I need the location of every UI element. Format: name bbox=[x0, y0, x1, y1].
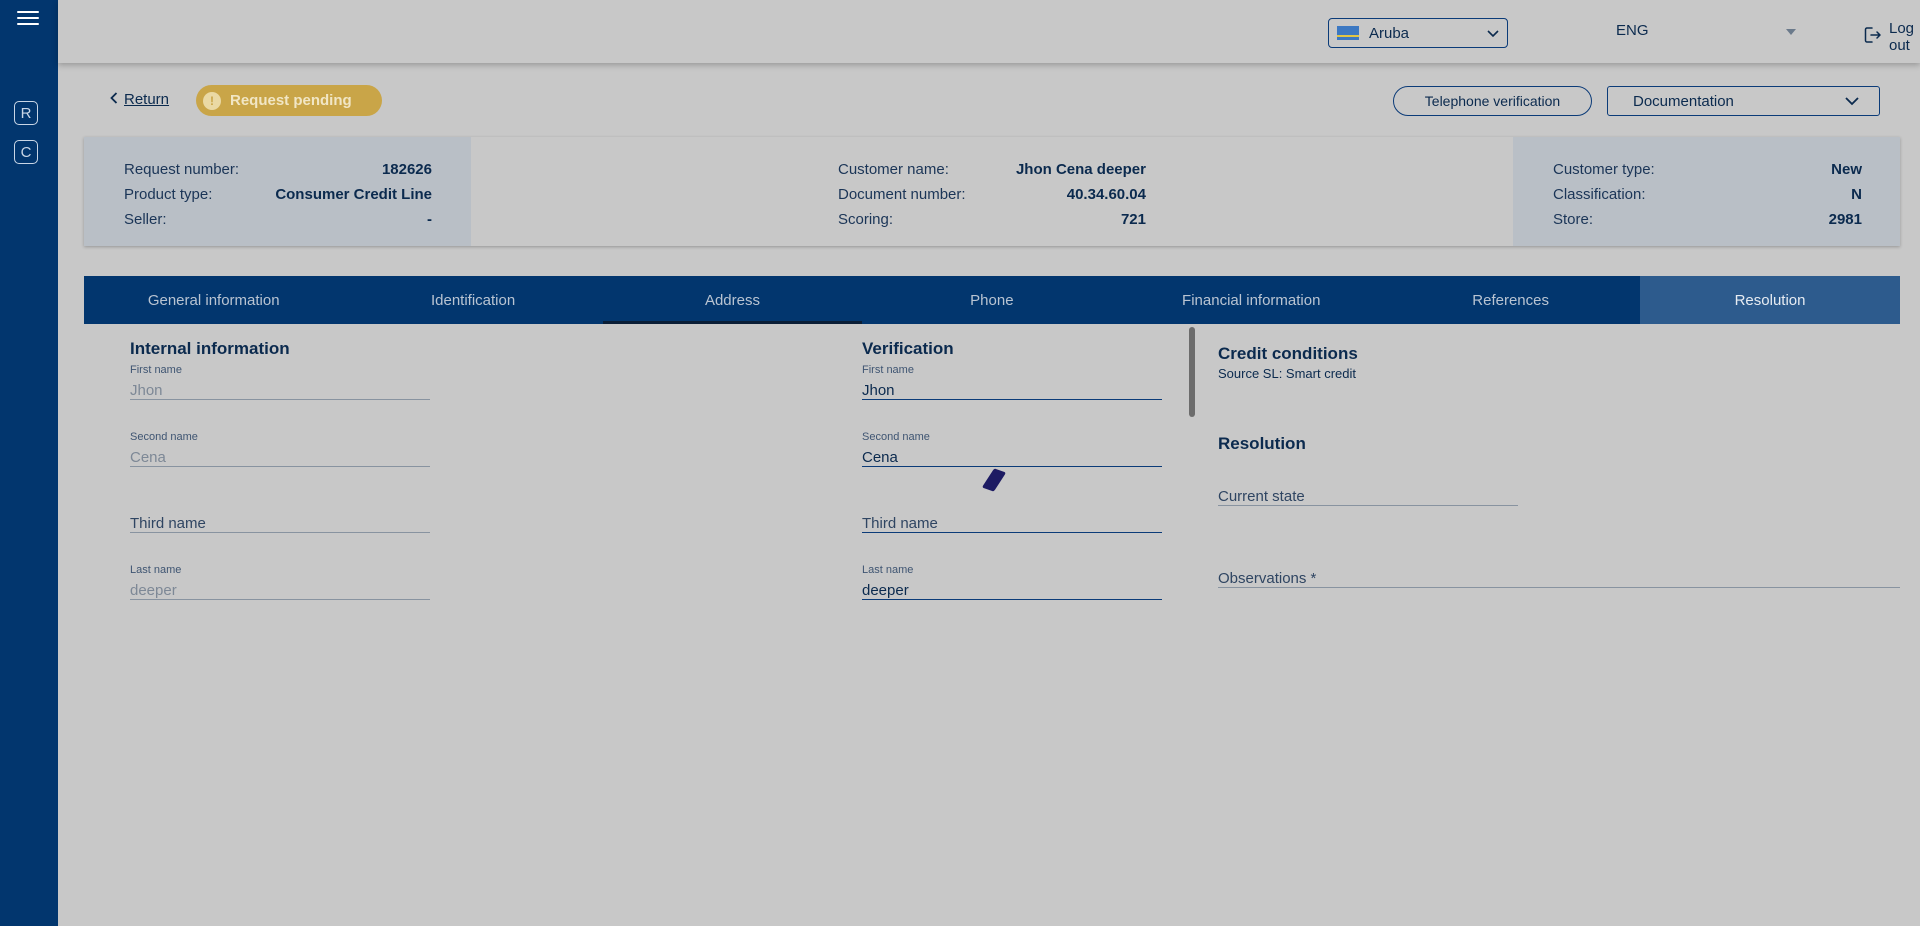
field-placeholder[interactable]: Current state bbox=[1218, 484, 1518, 506]
field-value: deeper bbox=[130, 578, 430, 600]
summary-row: Classification: N bbox=[1553, 182, 1862, 207]
tab-references[interactable]: References bbox=[1381, 276, 1640, 324]
field-label: First name bbox=[130, 364, 182, 376]
summary-label: Product type: bbox=[124, 186, 213, 203]
document-number-value: 40.34.60.04 bbox=[1066, 186, 1146, 203]
customer-name-value: Jhon Cena deeper bbox=[1015, 161, 1146, 178]
tab-identification[interactable]: Identification bbox=[343, 276, 602, 324]
field-label: Second name bbox=[862, 431, 930, 443]
summary-right: Customer type: New Classification: N Store… bbox=[1553, 157, 1862, 232]
request-summary: Request number: 182626 Product type: Consu… bbox=[84, 137, 1900, 246]
summary-label: Request number: bbox=[124, 161, 240, 178]
classification-value: N bbox=[1851, 186, 1862, 203]
summary-row: Store: 2981 bbox=[1553, 207, 1862, 232]
summary-label: Customer type: bbox=[1553, 161, 1655, 178]
store-value: 2981 bbox=[1828, 211, 1862, 228]
internal-last-name-field: Last name deeper bbox=[130, 564, 430, 600]
summary-row: Customer type: New bbox=[1553, 157, 1862, 182]
field-placeholder: Third name bbox=[130, 511, 430, 533]
request-number-value: 182626 bbox=[381, 161, 432, 178]
field-label: Second name bbox=[130, 431, 198, 443]
customer-type-value: New bbox=[1831, 161, 1862, 178]
language-value: ENG bbox=[1616, 22, 1649, 39]
internal-first-name-field: First name Jhon bbox=[130, 364, 430, 400]
chevron-down-icon bbox=[1487, 25, 1499, 42]
country-value: Aruba bbox=[1369, 24, 1410, 42]
telephone-verification-button[interactable]: Telephone verification bbox=[1393, 86, 1592, 116]
alert-icon: ! bbox=[203, 91, 221, 110]
documentation-select[interactable]: Documentation bbox=[1607, 86, 1880, 116]
tab-bar: General information Identification Addre… bbox=[84, 276, 1900, 324]
summary-label: Document number: bbox=[838, 186, 966, 203]
summary-row: Seller: - bbox=[124, 207, 432, 232]
verification-title: Verification bbox=[862, 339, 954, 358]
internal-third-name-field: Third name bbox=[130, 511, 430, 533]
summary-middle: Customer name: Jhon Cena deeper Document … bbox=[838, 157, 1146, 232]
summary-label: Classification: bbox=[1553, 186, 1646, 203]
summary-row: Product type: Consumer Credit Line bbox=[124, 182, 432, 207]
field-value[interactable]: Jhon bbox=[862, 378, 1162, 400]
logout-icon bbox=[1863, 25, 1883, 49]
verification-second-name-field[interactable]: Second name Cena bbox=[862, 431, 1162, 467]
summary-left: Request number: 182626 Product type: Consu… bbox=[124, 157, 432, 232]
observations-field[interactable]: Observations * bbox=[1218, 566, 1900, 588]
chevron-left-icon bbox=[110, 91, 118, 108]
tab-resolution[interactable]: Resolution bbox=[1640, 276, 1900, 324]
field-placeholder[interactable]: Third name bbox=[862, 511, 1162, 533]
seller-value: - bbox=[427, 211, 432, 228]
tab-general-information[interactable]: General information bbox=[84, 276, 343, 324]
credit-source-text: Source SL: Smart credit bbox=[1218, 366, 1356, 381]
summary-label: Scoring: bbox=[838, 211, 894, 228]
logout-button[interactable]: Log out bbox=[1863, 20, 1920, 54]
documentation-value: Documentation bbox=[1633, 92, 1734, 110]
summary-row: Request number: 182626 bbox=[124, 157, 432, 182]
sidebar: R C bbox=[0, 0, 58, 926]
sidebar-button-c[interactable]: C bbox=[14, 140, 38, 164]
summary-label: Store: bbox=[1553, 211, 1594, 228]
return-link[interactable]: Return bbox=[110, 91, 169, 108]
language-select[interactable]: ENG bbox=[1616, 22, 1796, 44]
field-placeholder[interactable]: Observations * bbox=[1218, 566, 1900, 588]
verification-last-name-field[interactable]: Last name deeper bbox=[862, 564, 1162, 600]
field-label: Last name bbox=[862, 564, 914, 576]
tab-phone[interactable]: Phone bbox=[862, 276, 1121, 324]
field-value: Cena bbox=[130, 445, 430, 467]
scrollbar-thumb[interactable] bbox=[1189, 327, 1195, 417]
menu-icon[interactable] bbox=[17, 11, 39, 29]
logout-label: Log out bbox=[1889, 20, 1915, 54]
tab-financial-information[interactable]: Financial information bbox=[1122, 276, 1381, 324]
verification-first-name-field[interactable]: First name Jhon bbox=[862, 364, 1162, 400]
aruba-flag-icon bbox=[1337, 26, 1359, 40]
summary-row: Customer name: Jhon Cena deeper bbox=[838, 157, 1146, 182]
internal-information-title: Internal information bbox=[130, 339, 290, 358]
field-label: Last name bbox=[130, 564, 182, 576]
field-value[interactable]: deeper bbox=[862, 578, 1162, 600]
caret-down-icon bbox=[1786, 29, 1796, 35]
tab-address[interactable]: Address bbox=[602, 276, 863, 324]
internal-second-name-field: Second name Cena bbox=[130, 431, 430, 467]
summary-row: Scoring: 721 bbox=[838, 207, 1146, 232]
summary-label: Customer name: bbox=[838, 161, 949, 178]
resolution-title: Resolution bbox=[1218, 434, 1306, 453]
top-bar: Aruba ENG Log out bbox=[58, 0, 1920, 63]
credit-conditions-title: Credit conditions bbox=[1218, 344, 1358, 363]
status-label: Request pending bbox=[230, 92, 352, 109]
current-state-select[interactable]: Current state bbox=[1218, 484, 1518, 506]
return-label: Return bbox=[124, 91, 170, 108]
product-type-value: Consumer Credit Line bbox=[275, 186, 432, 203]
scoring-value: 721 bbox=[1120, 211, 1146, 228]
chevron-down-icon bbox=[1845, 93, 1859, 110]
field-value[interactable]: Cena bbox=[862, 445, 1162, 467]
field-value: Jhon bbox=[130, 378, 430, 400]
summary-row: Document number: 40.34.60.04 bbox=[838, 182, 1146, 207]
sidebar-button-r[interactable]: R bbox=[14, 101, 38, 125]
summary-label: Seller: bbox=[124, 211, 167, 228]
verification-third-name-field[interactable]: Third name bbox=[862, 511, 1162, 533]
country-select[interactable]: Aruba bbox=[1328, 18, 1508, 48]
status-badge: ! Request pending bbox=[196, 85, 382, 116]
field-label: First name bbox=[862, 364, 914, 376]
